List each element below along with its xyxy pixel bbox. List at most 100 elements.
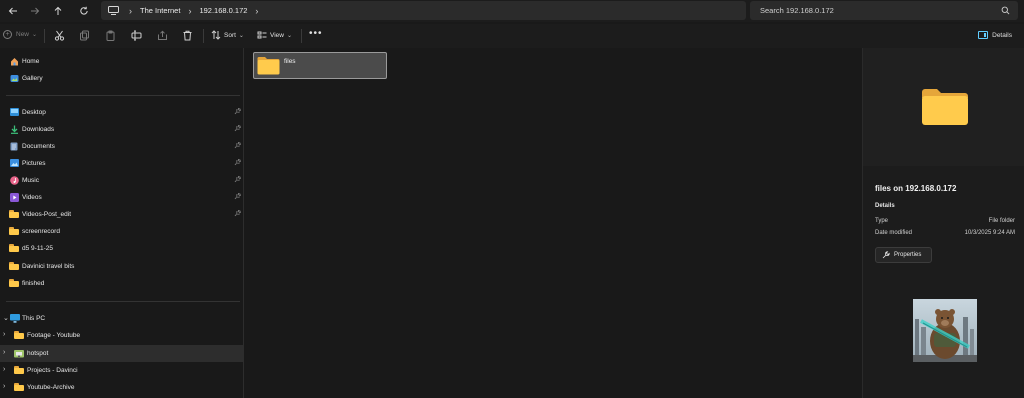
sort-icon xyxy=(211,30,221,40)
sidebar-item-label: Videos-Post_edit xyxy=(22,211,72,218)
sidebar-item-d5[interactable]: d5 9-11-25 xyxy=(0,240,243,257)
sidebar-item-downloads[interactable]: Downloads 📌︎ xyxy=(0,121,243,138)
sidebar-item-videos[interactable]: Videos 📌︎ xyxy=(0,189,243,206)
refresh-icon xyxy=(80,6,88,15)
sidebar-item-this-pc[interactable]: ⌄ This PC xyxy=(0,310,243,327)
sidebar-item-label: Footage - Youtube xyxy=(27,332,81,339)
chevron-right-icon[interactable]: › xyxy=(3,383,5,390)
view-dropdown[interactable]: View ⌄ xyxy=(257,30,292,40)
sidebar-item-music[interactable]: Music 📌︎ xyxy=(0,172,243,189)
breadcrumb-item-the-internet[interactable]: The Internet xyxy=(140,6,180,15)
chevron-right-icon[interactable]: › xyxy=(3,331,5,338)
sidebar-item-videos-post-edit[interactable]: Videos-Post_edit 📌︎ xyxy=(0,206,243,223)
sidebar-item-hotspot[interactable]: › hotspot xyxy=(0,345,243,362)
sidebar-item-gallery[interactable]: Gallery xyxy=(0,70,243,87)
sidebar-item-label: Downloads xyxy=(22,126,55,133)
home-icon xyxy=(9,56,19,66)
share-button[interactable] xyxy=(157,30,168,41)
folder-icon xyxy=(14,382,24,392)
arrow-up-icon xyxy=(54,6,62,15)
sidebar-item-screenrecord[interactable]: screenrecord xyxy=(0,223,243,240)
share-icon xyxy=(158,30,167,40)
file-item-name: files xyxy=(284,58,296,65)
rename-icon xyxy=(131,30,142,41)
pin-icon: 📌︎ xyxy=(234,143,242,149)
details-pane: files on 192.168.0.172 Details Type File… xyxy=(862,48,1024,398)
sidebar-item-desktop[interactable]: Desktop 📌︎ xyxy=(0,104,243,121)
trash-icon xyxy=(183,30,192,41)
preview-area xyxy=(863,48,1024,166)
pin-icon: 📌︎ xyxy=(234,211,242,217)
monitor-icon xyxy=(107,6,119,16)
sidebar-item-home[interactable]: Home xyxy=(0,53,243,70)
chevron-down-icon: ⌄ xyxy=(238,32,244,39)
scissors-icon xyxy=(54,30,65,41)
details-label: Details xyxy=(992,31,1012,39)
view-icon xyxy=(257,31,267,39)
details-pane-icon xyxy=(978,31,989,39)
folder-icon xyxy=(9,226,19,236)
cut-button[interactable] xyxy=(54,30,65,41)
rename-button[interactable] xyxy=(131,30,142,41)
sidebar-item-label: Gallery xyxy=(22,75,43,82)
breadcrumb[interactable]: › The Internet › 192.168.0.172 › xyxy=(101,1,746,20)
chevron-down-icon: ⌄ xyxy=(286,32,293,39)
details-title: files on 192.168.0.172 xyxy=(875,184,957,193)
sidebar-item-label: Desktop xyxy=(22,109,46,116)
paste-button[interactable] xyxy=(105,30,116,41)
sidebar-item-projects-davinci[interactable]: › Projects - Davinci xyxy=(0,362,243,379)
details-row-value: 10/3/2025 9:24 AM xyxy=(964,230,1015,236)
new-label: New xyxy=(16,31,30,38)
new-button[interactable]: + New ⌄ xyxy=(3,30,37,39)
properties-label: Properties xyxy=(894,252,922,258)
folder-icon xyxy=(14,330,24,340)
sidebar-item-documents[interactable]: Documents 📌︎ xyxy=(0,138,243,155)
pin-icon: 📌︎ xyxy=(234,160,242,166)
refresh-button[interactable] xyxy=(71,1,97,21)
wrench-icon xyxy=(882,251,890,259)
sort-label: Sort xyxy=(224,31,236,39)
sort-dropdown[interactable]: Sort ⌄ xyxy=(211,30,244,40)
sidebar-item-pictures[interactable]: Pictures 📌︎ xyxy=(0,155,243,172)
file-list[interactable]: files xyxy=(245,48,862,398)
sidebar-item-finished[interactable]: finished xyxy=(0,275,243,292)
search-placeholder: Search 192.168.0.172 xyxy=(760,6,834,15)
desktop-icon xyxy=(9,107,19,117)
sidebar-item-label: d5 9-11-25 xyxy=(22,245,53,252)
delete-button[interactable] xyxy=(182,30,193,41)
network-folder-icon xyxy=(14,348,24,358)
pin-icon: 📌︎ xyxy=(234,177,242,183)
details-row-value: File folder xyxy=(988,218,1015,224)
file-item-files[interactable]: files xyxy=(253,52,387,79)
pc-icon xyxy=(10,313,20,323)
command-bar: + New ⌄ Sort ⌄ View ⌄ ••• Details xyxy=(0,24,1024,48)
folder-icon xyxy=(14,365,24,375)
chevron-down-icon[interactable]: ⌄ xyxy=(3,314,9,322)
chevron-right-icon: › xyxy=(129,5,132,16)
details-pane-toggle[interactable]: Details xyxy=(978,31,1012,39)
breadcrumb-item-ip[interactable]: 192.168.0.172 xyxy=(199,6,247,15)
search-input[interactable]: Search 192.168.0.172 xyxy=(750,1,1018,20)
chevron-right-icon[interactable]: › xyxy=(3,349,5,356)
sidebar-item-footage-youtube[interactable]: › Footage - Youtube xyxy=(0,327,243,344)
pictures-icon xyxy=(9,158,19,168)
sidebar-item-label: hotspot xyxy=(27,350,49,357)
properties-button[interactable]: Properties xyxy=(875,247,932,263)
sidebar-item-youtube-archive[interactable]: › Youtube-Archive xyxy=(0,379,243,396)
sidebar-item-label: screenrecord xyxy=(22,228,60,235)
more-options-button[interactable]: ••• xyxy=(309,28,323,39)
sidebar-item-davinici-travel-bits[interactable]: Davinici travel bits xyxy=(0,258,243,275)
copy-button[interactable] xyxy=(79,30,90,41)
clipboard-icon xyxy=(106,30,115,41)
pin-icon: 📌︎ xyxy=(234,194,242,200)
toolbar-divider xyxy=(301,29,302,43)
chevron-right-icon[interactable]: › xyxy=(3,366,5,373)
videos-icon xyxy=(9,192,19,202)
sidebar-item-label: finished xyxy=(22,280,45,287)
up-button[interactable] xyxy=(45,1,71,21)
sidebar-divider xyxy=(6,95,240,96)
sidebar-item-label: Projects - Davinci xyxy=(27,367,78,374)
folder-icon xyxy=(9,278,19,288)
view-label: View xyxy=(270,31,284,39)
pin-icon: 📌︎ xyxy=(234,126,242,132)
